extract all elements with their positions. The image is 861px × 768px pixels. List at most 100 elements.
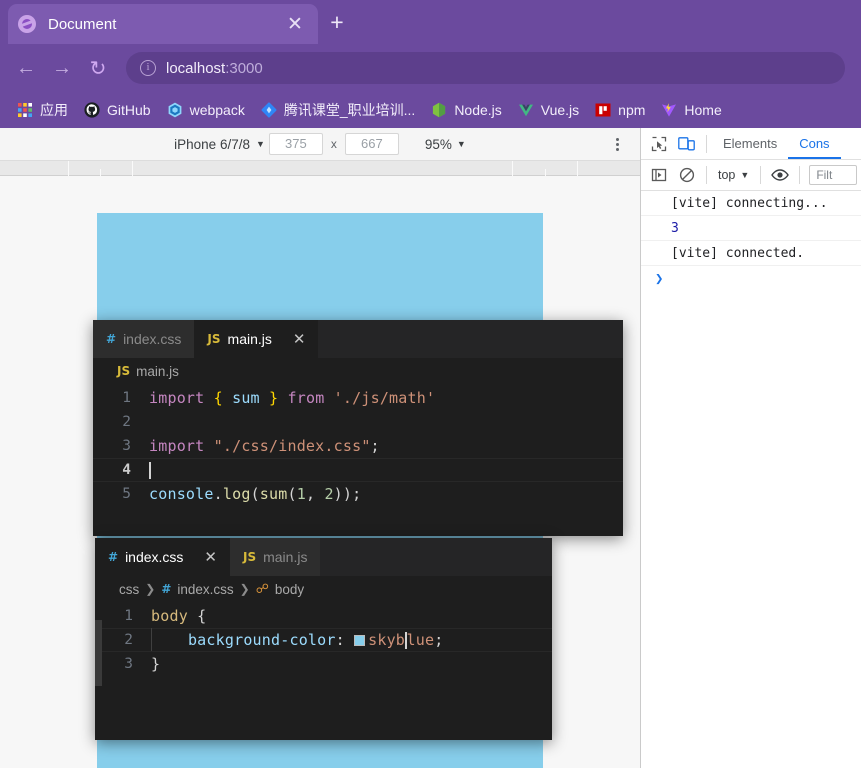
bookmark-label: 应用 [40,102,68,118]
github-icon [84,102,100,118]
code-text [149,461,151,479]
device-select[interactable]: iPhone 6/7/8 ▼ [174,137,265,152]
console-sidebar-icon[interactable] [645,162,673,188]
bookmark-label: 腾讯课堂_职业培训... [283,102,416,118]
css-file-icon: # [108,550,119,564]
bookmark-apps[interactable]: 应用 [10,97,75,123]
editor-tab-filler [320,538,552,576]
bookmark-webpack[interactable]: webpack [160,97,252,123]
code-line: 2 [93,410,623,434]
bookmark-nodejs[interactable]: Node.js [424,97,508,123]
viewport-height-input[interactable]: 667 [344,133,399,155]
console-prompt[interactable]: ❯ [641,266,861,291]
toggle-device-toolbar-icon[interactable] [673,131,701,157]
console-message: [vite] connected. [641,241,861,266]
code-text: background-color: skyb lue; [187,631,444,649]
close-icon[interactable]: ✕ [204,548,217,566]
browser-chrome: Document ✕ + ← → ↻ i localhost:3000 应用 G… [0,0,861,128]
bookmark-label: Node.js [454,102,502,118]
bookmark-label: Home [684,102,722,118]
device-more-options-icon[interactable] [608,135,626,153]
inspect-element-icon[interactable] [645,131,673,157]
chevron-down-icon: ▼ [740,170,750,180]
editor-tab-main-js[interactable]: JS main.js ✕ [194,320,319,358]
tab-console[interactable]: Cons [788,128,840,159]
editor-breadcrumb: JS main.js [93,358,623,384]
screen-root: Document ✕ + ← → ↻ i localhost:3000 应用 G… [0,0,861,768]
address-bar[interactable]: i localhost:3000 [126,52,845,84]
bookmark-github[interactable]: GitHub [77,97,158,123]
vite-icon [661,102,677,118]
code-text: } [151,655,161,673]
bookmark-tencent-classroom[interactable]: 腾讯课堂_职业培训... [254,97,422,123]
console-filter-input[interactable]: Filt [809,165,857,185]
console-message-list: [vite] connecting... 3 [vite] connected.… [641,191,861,291]
line-number: 5 [122,486,131,502]
editor-tab-index-css[interactable]: # index.css ✕ [95,538,230,576]
console-message: [vite] connecting... [641,191,861,216]
line-number: 2 [124,632,133,648]
viewport-width-input[interactable]: 375 [268,133,323,155]
devtools-panel: Elements Cons top ▼ Filt [vite] connecti… [640,128,861,768]
code-line: 5 console.log(sum(1, 2)); [93,482,623,506]
scrollbar-thumb[interactable] [95,620,102,686]
bookmark-vuejs[interactable]: Vue.js [511,97,586,123]
forward-icon[interactable]: → [44,50,80,86]
browser-tab[interactable]: Document ✕ [8,4,318,44]
webpack-icon [167,102,183,118]
bookmark-label: GitHub [107,102,151,118]
close-icon[interactable]: ✕ [282,11,308,37]
css-file-icon: # [161,582,172,596]
breadcrumb-item[interactable]: body [275,582,304,597]
breadcrumb-item[interactable]: main.js [136,364,179,379]
dimension-separator: x [330,137,337,151]
code-line: 3 import "./css/index.css"; [93,434,623,458]
css-selector-icon: ☍ [255,581,269,596]
zoom-select[interactable]: 95% ▼ [425,137,466,152]
reload-icon[interactable]: ↻ [80,50,116,86]
breadcrumb-item[interactable]: index.css [177,582,233,597]
device-name: iPhone 6/7/8 [174,136,250,152]
viewport-ruler [0,161,640,176]
editor-tab-index-css[interactable]: # index.css [93,320,195,358]
line-number: 2 [122,414,131,430]
editor-code-area[interactable]: 1 body { 2 background-color: skyb lue; 3 … [95,602,552,712]
tab-title: Document [48,15,117,33]
bookmark-npm[interactable]: npm [588,97,652,123]
info-icon[interactable]: i [140,60,156,76]
color-swatch-icon[interactable] [354,635,366,646]
vuejs-icon [518,102,534,118]
editor-breadcrumb: css ❯ # index.css ❯ ☍ body [95,576,552,602]
line-number: 4 [122,462,131,478]
live-expression-icon[interactable] [766,162,794,188]
code-editor-main-js[interactable]: # index.css JS main.js ✕ JS main.js 1 im… [93,320,623,536]
js-file-icon: JS [207,332,221,346]
editor-tab-label: index.css [125,549,184,565]
code-line-current: 2 background-color: skyb lue; [95,628,552,652]
code-text: console.log(sum(1, 2)); [149,485,362,503]
code-line: 3 } [95,652,552,676]
address-text: localhost:3000 [166,59,263,77]
indent-guide [151,628,152,652]
nodejs-icon [431,102,447,118]
editor-code-area[interactable]: 1 import { sum } from './js/math' 2 3 im… [93,384,623,506]
editor-scrollbar[interactable] [95,576,102,740]
chevron-down-icon: ▼ [456,139,466,149]
close-icon[interactable]: ✕ [293,330,306,348]
back-icon[interactable]: ← [8,50,44,86]
code-editor-index-css[interactable]: # index.css ✕ JS main.js css ❯ # index.c… [95,538,552,740]
tencent-classroom-icon [261,102,277,118]
bookmark-label: Vue.js [540,102,580,118]
editor-tab-main-js[interactable]: JS main.js [230,538,321,576]
clear-console-icon[interactable] [673,162,701,188]
js-file-icon: JS [117,364,131,378]
breadcrumb-item[interactable]: css [119,582,139,597]
code-line-current: 4 [93,458,623,482]
execution-context-select[interactable]: top ▼ [712,168,755,182]
code-line: 1 import { sum } from './js/math' [93,386,623,410]
devtools-toolbar: Elements Cons [641,128,861,160]
new-tab-button[interactable]: + [324,9,350,35]
tab-elements[interactable]: Elements [712,128,788,159]
line-number: 3 [122,438,131,454]
bookmark-home[interactable]: Home [654,97,728,123]
